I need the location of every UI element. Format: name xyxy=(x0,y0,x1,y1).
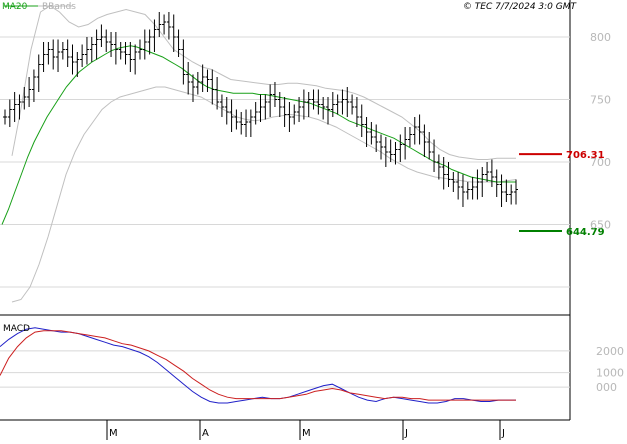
price-y-tick-label: 700 xyxy=(590,156,611,169)
chart-root: 706.31 644.79 800 750 700 650 2000 1000 000 MA… xyxy=(0,0,627,440)
copyright-text: © TEC 7/7/2024 3:0 GMT xyxy=(463,2,578,12)
macd-series-line-1 xyxy=(0,330,516,401)
macd-y-tick-label: 2000 xyxy=(596,345,624,358)
bbands-legend-label: BBands xyxy=(42,2,76,12)
x-tick-label: M xyxy=(302,428,311,439)
x-tick-label: M xyxy=(109,428,118,439)
macd-y-tick-label: 000 xyxy=(596,381,617,394)
price-panel xyxy=(0,0,570,315)
macd-lines xyxy=(0,327,516,404)
price-y-tick-label: 650 xyxy=(590,219,611,232)
price-y-ticks: 800 750 700 650 xyxy=(590,31,611,232)
price-y-tick-label: 750 xyxy=(590,94,611,107)
x-tick-label: J xyxy=(404,428,408,439)
x-tick-label: J xyxy=(501,428,505,439)
macd-grid xyxy=(0,350,570,388)
ma20-legend-label: MA20 xyxy=(2,2,28,12)
macd-y-tick-label: 1000 xyxy=(596,367,624,380)
macd-series-line-0 xyxy=(0,327,516,404)
x-ticks: MAMJJ xyxy=(106,420,505,440)
chart-svg: 706.31644.79 800750700650 20001000000 MA… xyxy=(0,0,624,440)
price-y-tick-label: 800 xyxy=(590,31,611,44)
x-tick-label: A xyxy=(202,428,209,439)
macd-title: MACD xyxy=(3,324,30,334)
macd-y-ticks: 2000 1000000 xyxy=(596,345,624,394)
